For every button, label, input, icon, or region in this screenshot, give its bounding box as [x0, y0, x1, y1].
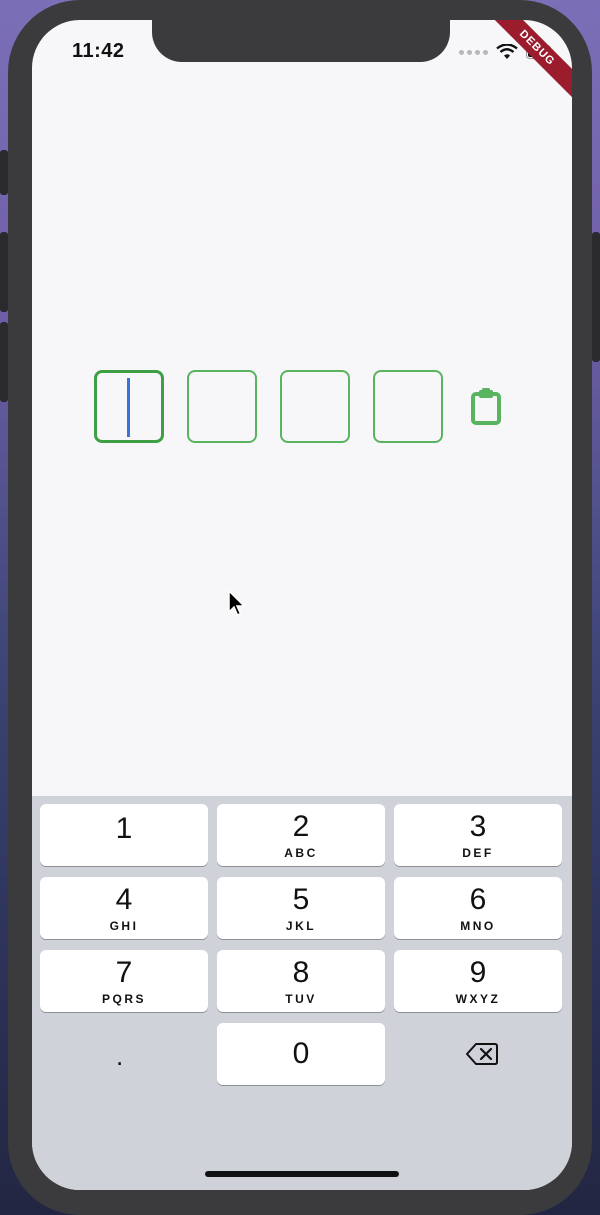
key-8-letters: TUV — [285, 992, 317, 1006]
key-3-letters: DEF — [462, 846, 494, 860]
text-caret — [127, 378, 130, 437]
key-6[interactable]: 6 MNO — [394, 877, 562, 939]
mute-switch — [0, 150, 8, 195]
key-1-digit: 1 — [115, 812, 133, 845]
screen: 11:42 DEBUG 1 2 ABC 3 DEF 4 GHI 5 JKL 6 … — [32, 20, 572, 1190]
key-2-digit: 2 — [292, 810, 310, 843]
key-2-letters: ABC — [284, 846, 318, 860]
key-9-letters: WXYZ — [455, 992, 501, 1006]
clipboard-icon[interactable] — [470, 387, 502, 426]
otp-box-2[interactable] — [187, 370, 257, 443]
key-6-letters: MNO — [460, 919, 496, 933]
key-1[interactable]: 1 — [40, 804, 208, 866]
power-button — [592, 232, 600, 362]
key-2[interactable]: 2 ABC — [217, 804, 385, 866]
mouse-cursor-icon — [228, 590, 246, 616]
key-0[interactable]: 0 — [217, 1023, 385, 1085]
volume-up-button — [0, 232, 8, 312]
numeric-keypad: 1 2 ABC 3 DEF 4 GHI 5 JKL 6 MNO 7 PQRS 8… — [32, 796, 572, 1190]
key-3-digit: 3 — [469, 810, 487, 843]
otp-box-3[interactable] — [280, 370, 350, 443]
key-7[interactable]: 7 PQRS — [40, 950, 208, 1012]
key-5-letters: JKL — [285, 919, 317, 933]
signal-icon — [459, 49, 488, 55]
key-8-digit: 8 — [292, 956, 310, 989]
key-5-digit: 5 — [292, 883, 310, 916]
key-9[interactable]: 9 WXYZ — [394, 950, 562, 1012]
wifi-icon — [496, 44, 518, 59]
volume-down-button — [0, 322, 8, 402]
key-4-letters: GHI — [109, 919, 139, 933]
notch — [152, 20, 450, 62]
status-time: 11:42 — [72, 40, 125, 62]
key-8[interactable]: 8 TUV — [217, 950, 385, 1012]
key-4[interactable]: 4 GHI — [40, 877, 208, 939]
key-6-digit: 6 — [469, 883, 487, 916]
key-9-digit: 9 — [469, 956, 487, 989]
key-5[interactable]: 5 JKL — [217, 877, 385, 939]
key-7-letters: PQRS — [101, 992, 146, 1006]
key-3[interactable]: 3 DEF — [394, 804, 562, 866]
backspace-icon[interactable] — [466, 1042, 498, 1066]
key-decimal[interactable]: . — [116, 1041, 123, 1072]
home-indicator[interactable] — [205, 1171, 399, 1177]
otp-box-1[interactable] — [94, 370, 164, 443]
key-0-digit: 0 — [292, 1037, 310, 1070]
key-7-digit: 7 — [115, 956, 133, 989]
key-4-digit: 4 — [115, 883, 133, 916]
otp-box-4[interactable] — [373, 370, 443, 443]
otp-input-row — [94, 370, 502, 443]
